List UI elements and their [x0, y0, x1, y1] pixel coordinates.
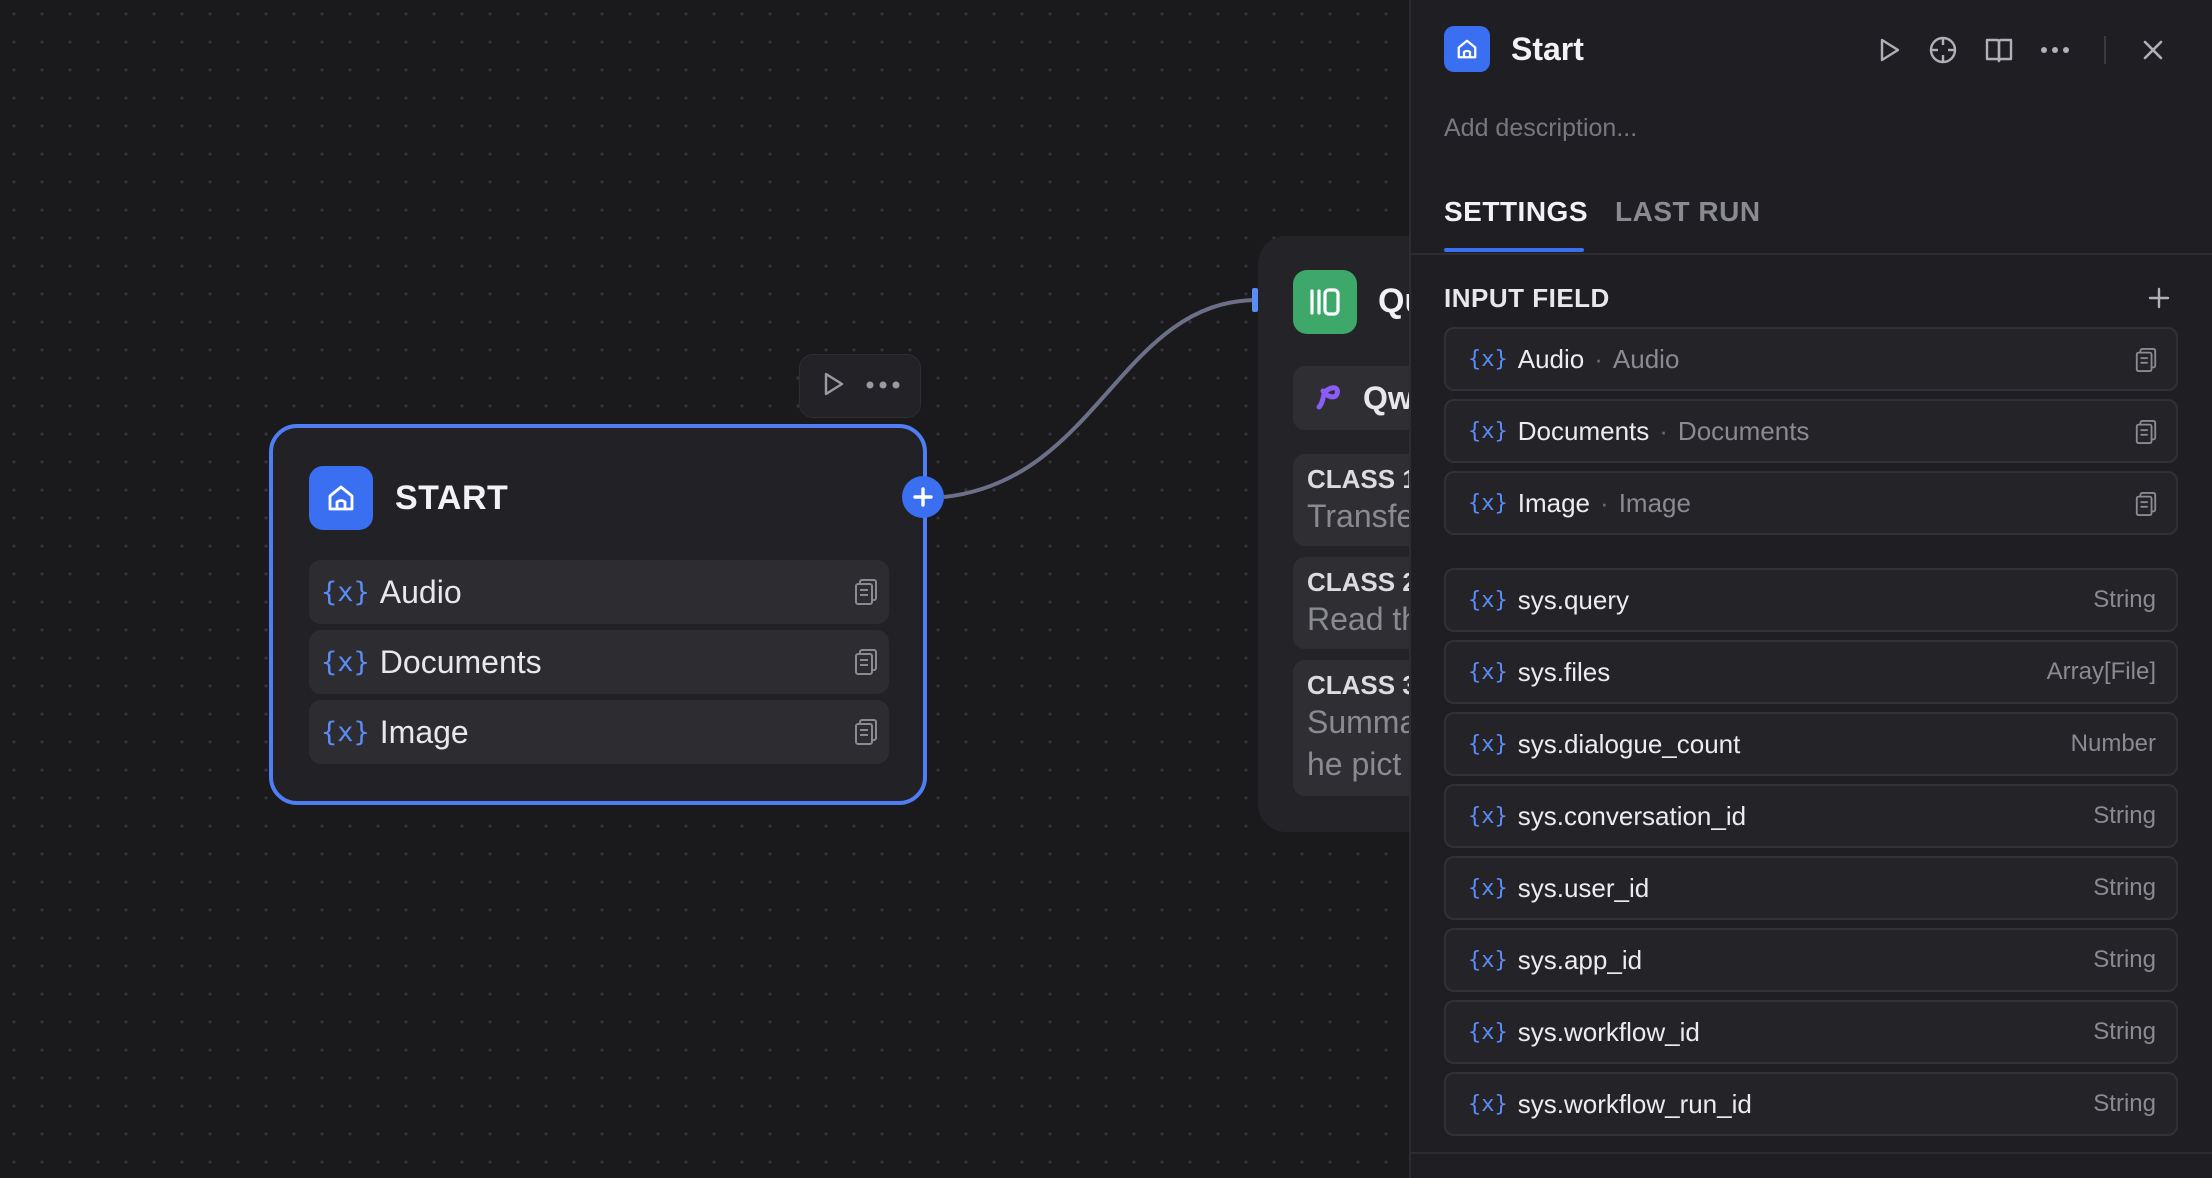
start-var-documents[interactable]: {x} Documents — [309, 630, 889, 694]
panel-bottom-divider — [1411, 1152, 2212, 1154]
variable-icon: {x} — [1468, 659, 1508, 685]
copy-icon[interactable] — [853, 648, 879, 681]
add-input-field-button[interactable] — [2141, 280, 2177, 316]
field-label: Documents — [1677, 415, 1810, 446]
plus-icon — [2148, 287, 2170, 309]
separator: · — [1594, 343, 1603, 374]
sys-var-name: sys.conversation_id — [1517, 800, 1747, 831]
system-var-row: {x} sys.files Array[File] — [1444, 640, 2178, 704]
system-var-row: {x} sys.query String — [1444, 568, 2178, 632]
copy-icon[interactable] — [2134, 491, 2158, 522]
sys-var-type: String — [2093, 874, 2156, 901]
toolbar-divider — [2104, 36, 2106, 64]
tabs-divider — [1411, 253, 2212, 255]
copy-icon[interactable] — [853, 718, 879, 751]
field-label: Image — [1618, 487, 1691, 518]
workflow-canvas[interactable]: START {x} Audio {x} Documents {x} Image — [0, 0, 2212, 1178]
sys-var-name: sys.user_id — [1517, 872, 1650, 903]
tab-settings[interactable]: SETTINGS — [1444, 196, 1588, 228]
sys-var-name: sys.files — [1517, 656, 1611, 687]
field-name: Audio — [1517, 343, 1585, 374]
book-icon[interactable] — [1981, 32, 2017, 68]
panel-title: Start — [1511, 31, 1584, 67]
crosshair-icon[interactable] — [1925, 32, 1961, 68]
model-logo-icon — [1311, 379, 1345, 418]
var-name: Documents — [379, 643, 542, 680]
node-more-icon[interactable] — [865, 377, 901, 395]
variable-icon: {x} — [1468, 418, 1508, 444]
variable-icon: {x} — [321, 716, 370, 748]
model-name: Qw — [1363, 379, 1413, 416]
plus-icon — [913, 487, 933, 507]
system-var-row: {x} sys.conversation_id String — [1444, 784, 2178, 848]
variable-icon: {x} — [1468, 947, 1508, 973]
close-icon[interactable] — [2135, 32, 2171, 68]
question-classifier-icon — [1293, 270, 1357, 334]
system-var-row: {x} sys.user_id String — [1444, 856, 2178, 920]
separator: · — [1600, 487, 1609, 518]
start-var-image[interactable]: {x} Image — [309, 700, 889, 764]
run-node-play-icon[interactable] — [820, 371, 846, 402]
variable-icon: {x} — [1468, 803, 1508, 829]
field-label: Audio — [1612, 343, 1680, 374]
run-play-icon[interactable] — [1871, 32, 1907, 68]
system-var-row: {x} sys.workflow_id String — [1444, 1000, 2178, 1064]
description-input[interactable]: Add description... — [1444, 114, 1637, 143]
var-name: Image — [379, 713, 469, 750]
field-name: Image — [1517, 487, 1591, 518]
input-field-image[interactable]: {x} Image · Image — [1444, 471, 2178, 535]
sys-var-name: sys.workflow_id — [1517, 1016, 1700, 1047]
variable-icon: {x} — [1468, 731, 1508, 757]
field-name: Documents — [1517, 415, 1650, 446]
connection-edge[interactable] — [943, 298, 1259, 499]
sys-var-name: sys.app_id — [1517, 944, 1643, 975]
sys-var-name: sys.workflow_run_id — [1517, 1088, 1752, 1119]
home-icon — [1444, 26, 1490, 72]
start-node-header: START — [309, 466, 508, 530]
sys-var-type: String — [2093, 586, 2156, 613]
input-field-section-title: INPUT FIELD — [1444, 283, 1610, 313]
variable-icon: {x} — [321, 646, 370, 678]
sys-var-type: String — [2093, 1090, 2156, 1117]
variable-icon: {x} — [1468, 587, 1508, 613]
node-toolbar — [799, 354, 921, 418]
variable-icon: {x} — [1468, 875, 1508, 901]
copy-icon[interactable] — [2134, 347, 2158, 378]
variable-icon: {x} — [1468, 490, 1508, 516]
sys-var-type: Number — [2070, 730, 2156, 757]
sys-var-name: sys.dialogue_count — [1517, 728, 1741, 759]
home-icon — [309, 466, 373, 530]
tab-last-run[interactable]: LAST RUN — [1615, 196, 1761, 228]
system-var-row: {x} sys.app_id String — [1444, 928, 2178, 992]
start-node-title: START — [395, 478, 509, 517]
var-name: Audio — [379, 573, 462, 610]
add-next-node-button[interactable] — [902, 476, 944, 518]
more-dots-icon[interactable] — [2037, 32, 2073, 68]
active-tab-indicator — [1444, 248, 1584, 252]
input-field-audio[interactable]: {x} Audio · Audio — [1444, 327, 2178, 391]
variable-icon: {x} — [1468, 1019, 1508, 1045]
copy-icon[interactable] — [2134, 419, 2158, 450]
start-node[interactable]: START {x} Audio {x} Documents {x} Image — [269, 424, 927, 805]
system-var-row: {x} sys.workflow_run_id String — [1444, 1072, 2178, 1136]
node-settings-panel: Start Add description... SETTINGS LAST R… — [1409, 0, 2212, 1178]
sys-var-name: sys.query — [1517, 584, 1630, 615]
input-field-documents[interactable]: {x} Documents · Documents — [1444, 399, 2178, 463]
copy-icon[interactable] — [853, 578, 879, 611]
variable-icon: {x} — [1468, 1091, 1508, 1117]
variable-icon: {x} — [321, 576, 370, 608]
separator: · — [1659, 415, 1668, 446]
system-var-row: {x} sys.dialogue_count Number — [1444, 712, 2178, 776]
sys-var-type: String — [2093, 1018, 2156, 1045]
sys-var-type: String — [2093, 946, 2156, 973]
sys-var-type: Array[File] — [2046, 658, 2156, 685]
variable-icon: {x} — [1468, 346, 1508, 372]
sys-var-type: String — [2093, 802, 2156, 829]
start-var-audio[interactable]: {x} Audio — [309, 560, 889, 624]
